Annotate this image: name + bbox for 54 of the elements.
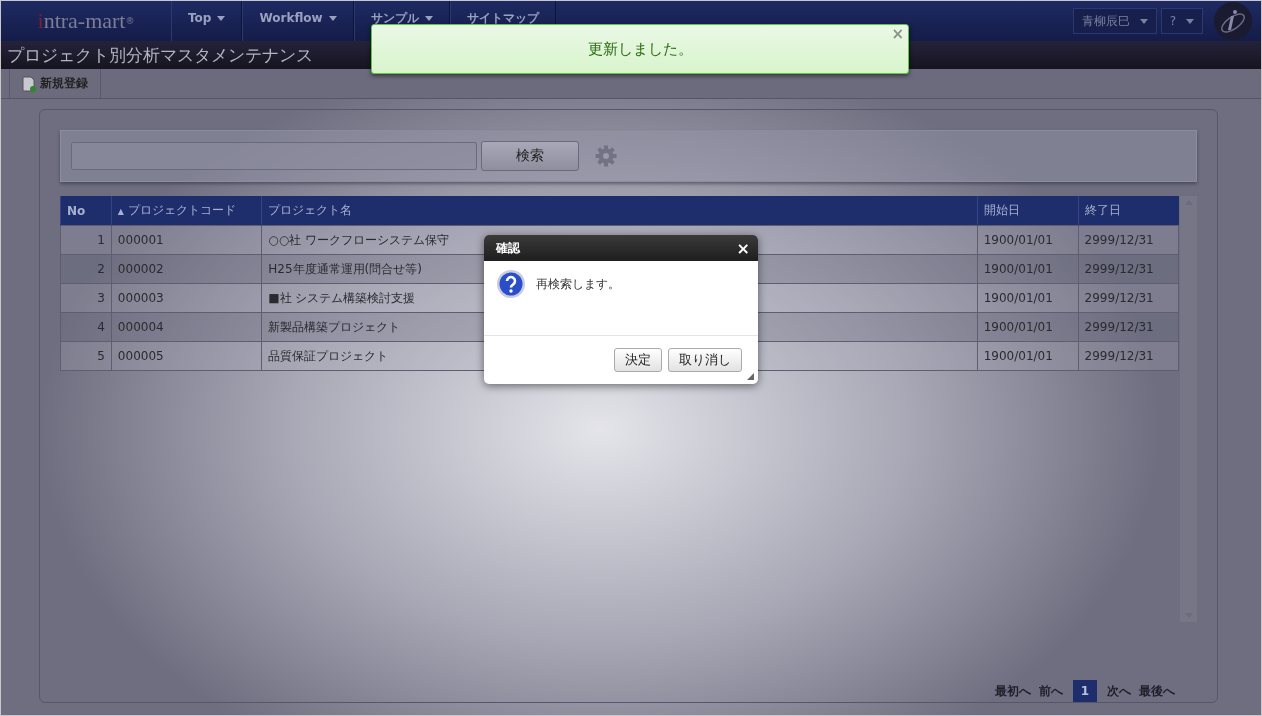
brand-emblem-icon[interactable]: [1213, 1, 1253, 41]
table-cell: 1900/01/01: [977, 312, 1079, 342]
column-header[interactable]: 開始日: [977, 196, 1079, 226]
page-number[interactable]: 1: [1072, 680, 1097, 702]
new-button[interactable]: 新規登録: [9, 69, 101, 98]
caret-icon: [424, 15, 433, 21]
column-header[interactable]: プロジェクト名: [261, 196, 978, 226]
pager-link[interactable]: 最後へ: [1137, 680, 1177, 702]
table-cell: 2999/12/31: [1078, 283, 1179, 313]
table-cell: 2: [60, 254, 112, 284]
resize-grip-icon[interactable]: [747, 373, 754, 380]
table-cell: 2999/12/31: [1078, 341, 1179, 371]
table-cell: 000001: [111, 225, 262, 255]
confirm-button[interactable]: 決定: [614, 348, 662, 372]
pager-link[interactable]: 前へ: [1036, 680, 1065, 702]
column-header[interactable]: 終了日: [1078, 196, 1179, 226]
pager-link[interactable]: 次へ: [1105, 680, 1133, 702]
table-cell: 1900/01/01: [977, 225, 1079, 255]
page-title: プロジェクト別分析マスタメンテナンス: [7, 43, 313, 67]
dialog-title: 確認: [496, 239, 520, 257]
table-cell: 3: [60, 283, 112, 313]
help-menu[interactable]: ?: [1160, 8, 1203, 34]
table-cell: 1900/01/01: [977, 283, 1079, 313]
settings-icon[interactable]: [595, 145, 617, 167]
cancel-button[interactable]: 取り消し: [668, 348, 742, 372]
table-cell: 2999/12/31: [1078, 312, 1179, 342]
caret-icon: [217, 15, 226, 21]
search-field[interactable]: [71, 142, 477, 170]
logo[interactable]: intra-mart: [37, 8, 126, 34]
column-header[interactable]: ▲ プロジェクトコード: [111, 196, 262, 226]
question-icon: [496, 269, 526, 299]
caret-icon: [328, 15, 337, 21]
table-cell: 1: [60, 225, 112, 255]
user-menu[interactable]: 青柳辰巳: [1072, 8, 1157, 34]
table-cell: 4: [60, 312, 112, 342]
caret-icon: [1186, 18, 1194, 24]
table-cell: 000003: [111, 283, 262, 313]
scrollbar[interactable]: [1180, 196, 1197, 622]
table-cell: 2999/12/31: [1078, 254, 1179, 284]
search-button[interactable]: 検索: [481, 141, 579, 171]
table-cell: 5: [60, 341, 112, 371]
sort-arrow: ▲: [117, 207, 124, 216]
column-header[interactable]: No: [60, 196, 112, 226]
toast-message: 更新しました。: [587, 39, 693, 59]
document-plus-icon: [22, 75, 36, 92]
table-cell: 000004: [111, 312, 262, 342]
trademark-mark: ®: [125, 16, 135, 26]
caret-icon: [1139, 18, 1148, 24]
table-cell: 000005: [111, 341, 262, 371]
table-cell: 1900/01/01: [977, 341, 1079, 371]
table-cell: 000002: [111, 254, 262, 284]
pager-link[interactable]: 最初へ: [992, 680, 1033, 702]
table-cell: 1900/01/01: [977, 254, 1079, 284]
table-cell: 2999/12/31: [1078, 225, 1179, 255]
